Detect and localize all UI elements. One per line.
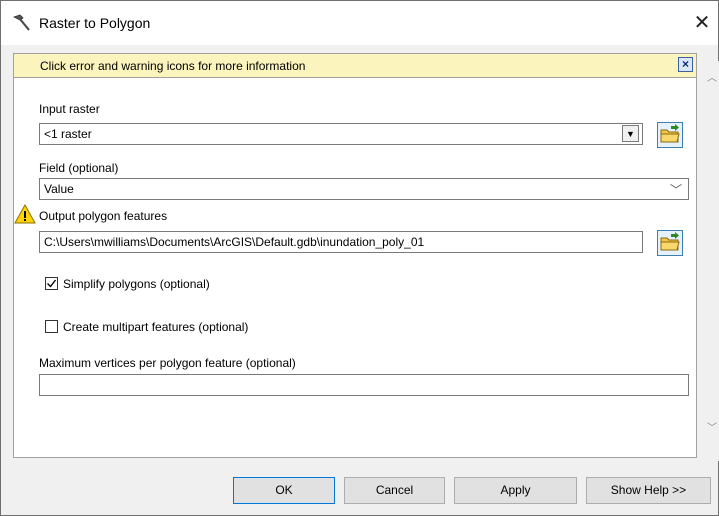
close-icon[interactable]: ✕	[692, 10, 712, 35]
output-polygon-label: Output polygon features	[39, 209, 168, 223]
scroll-down-icon[interactable]: ﹀	[705, 419, 719, 434]
simplify-checkbox[interactable]	[45, 277, 58, 290]
field-select[interactable]: Value	[39, 178, 689, 200]
info-close-icon[interactable]: ×	[678, 57, 693, 72]
checkmark-icon	[47, 279, 57, 288]
show-help-button[interactable]: Show Help >>	[586, 477, 711, 504]
field-value: Value	[44, 182, 74, 196]
chevron-down-icon[interactable]: ﹀	[670, 181, 682, 198]
dialog-window: Raster to Polygon ✕ Click error and warn…	[0, 0, 719, 516]
field-label: Field (optional)	[39, 161, 119, 175]
info-text: Click error and warning icons for more i…	[40, 59, 306, 73]
max-vertices-input[interactable]	[39, 374, 689, 396]
input-raster-label: Input raster	[39, 102, 100, 116]
input-raster-value: <1 raster	[44, 127, 92, 141]
info-bar: Click error and warning icons for more i…	[13, 53, 697, 78]
input-raster-combo[interactable]: <1 raster	[39, 123, 643, 145]
browse-input-raster-button[interactable]	[657, 122, 683, 148]
browse-output-button[interactable]	[657, 230, 683, 256]
apply-button[interactable]: Apply	[454, 477, 577, 504]
simplify-label: Simplify polygons (optional)	[63, 277, 210, 291]
warning-icon[interactable]	[14, 204, 36, 224]
scrollbar[interactable]: ︿ ﹀	[705, 61, 719, 461]
multipart-checkbox[interactable]	[45, 320, 58, 333]
ok-button[interactable]: OK	[233, 477, 335, 504]
hammer-icon	[12, 14, 30, 31]
output-polygon-input[interactable]: C:\Users\mwilliams\Documents\ArcGIS\Defa…	[39, 231, 643, 253]
folder-icon	[660, 232, 680, 251]
title-bar[interactable]: Raster to Polygon ✕	[1, 1, 718, 45]
scroll-up-icon[interactable]: ︿	[705, 69, 719, 84]
window-title: Raster to Polygon	[39, 15, 151, 31]
cancel-button[interactable]: Cancel	[344, 477, 445, 504]
max-vertices-label: Maximum vertices per polygon feature (op…	[39, 356, 296, 370]
multipart-label: Create multipart features (optional)	[63, 320, 249, 334]
dropdown-arrow-icon[interactable]: ▼	[622, 125, 639, 142]
output-polygon-value: C:\Users\mwilliams\Documents\ArcGIS\Defa…	[44, 235, 425, 249]
folder-icon	[660, 124, 680, 143]
